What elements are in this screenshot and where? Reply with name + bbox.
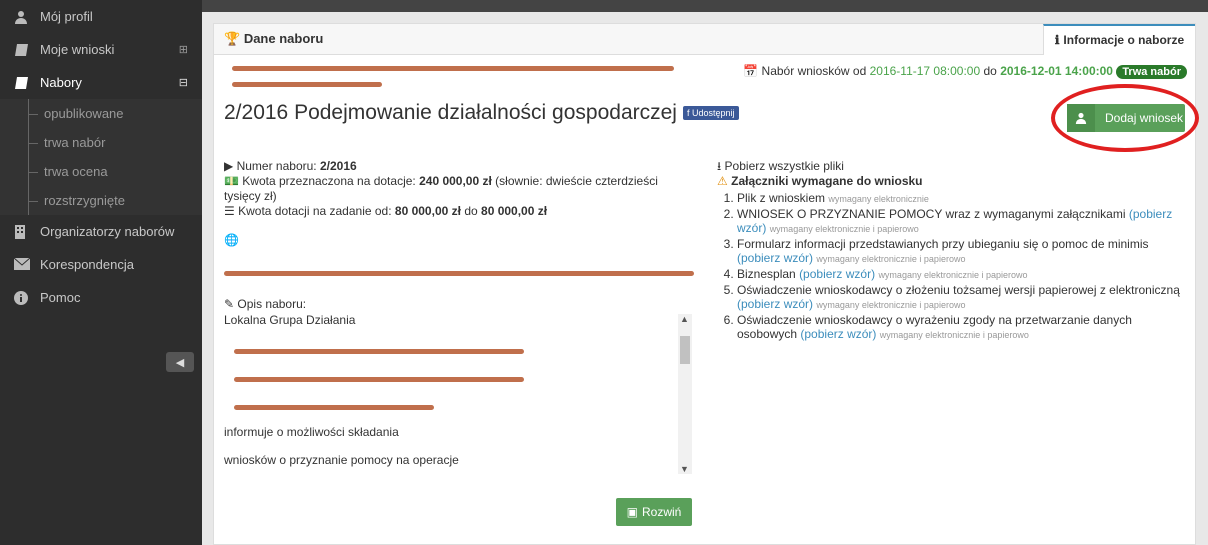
list-item: WNIOSEK O PRZYZNANIE POMOCY wraz z wymag… [737,207,1187,236]
list-item: Plik z wnioskiem wymagany elektronicznie [737,191,1187,206]
top-bar [202,0,1208,12]
scroll-up-icon[interactable]: ▲ [680,314,689,324]
description-line: wniosków o przyznanie pomocy na operacje [224,453,459,467]
book-icon [14,43,30,57]
list-item: Oświadczenie wnioskodawcy o wyrażeniu zg… [737,313,1187,342]
nabor-details: ▶ Numer naboru: 2/2016 💵 Kwota przeznacz… [224,159,658,247]
money-icon: 💵 [224,174,239,188]
list-item: Oświadczenie wnioskodawcy o złożeniu toż… [737,283,1187,312]
description-box[interactable]: Lokalna Grupa Działania informuje o możl… [224,313,694,493]
sidebar-item-label: Pomoc [40,290,81,305]
collapse-icon[interactable]: ⊟ [179,76,188,89]
nabor-panel: 🏆 Dane naboru ℹ Informacje o naborze 📅 N… [213,23,1199,545]
sidebar-item-correspondence[interactable]: Korespondencja [0,248,202,281]
main-content: 🏆 Dane naboru ℹ Informacje o naborze 📅 N… [202,12,1208,545]
sidebar-collapse-button[interactable]: ◀ [166,352,194,372]
list-item: Biznesplan (pobierz wzór) wymagany elekt… [737,267,1187,282]
scrollbar[interactable]: ▲ ▼ [678,314,692,474]
envelope-icon [13,257,31,272]
list-item: Formularz informacji przedstawianych prz… [737,237,1187,266]
nabor-dates: 📅 Nabór wniosków od 2016-11-17 08:00:00 … [743,64,1187,79]
user-icon [14,10,30,24]
sidebar-item-label: Nabory [40,75,82,90]
sidebar-subitem-rozstrzygniete[interactable]: rozstrzygnięte [0,186,202,215]
expand-button[interactable]: ▣ Rozwiń [616,498,692,526]
share-button[interactable]: f Udostępnij [682,106,739,120]
download-template-link[interactable]: (pobierz wzór) [737,251,813,265]
redacted-text [224,271,694,276]
sidebar-item-organizers[interactable]: Organizatorzy naborów [0,215,202,248]
sidebar-item-nabory[interactable]: Nabory ⊟ [0,66,202,99]
arrow-left-icon: ◀ [175,356,185,369]
download-template-link[interactable]: (pobierz wzór) [737,297,813,311]
sidebar-item-label: Organizatorzy naborów [40,224,175,239]
trophy-icon: 🏆 [224,31,241,46]
sidebar-subitem-trwa-ocena[interactable]: trwa ocena [0,157,202,186]
expand-icon: ▣ [626,505,638,519]
redacted-text [232,66,674,71]
sidebar-item-label: Moje wnioski [40,42,115,57]
building-icon [14,224,30,239]
required-files-list: Plik z wnioskiem wymagany elektronicznie… [717,191,1187,342]
expand-icon[interactable]: ⊞ [179,43,188,56]
redacted-text [232,82,382,87]
description-line: informuje o możliwości składania [224,425,399,439]
book-icon [14,76,30,90]
sidebar-subitem-opublikowane[interactable]: opublikowane [0,99,202,128]
sidebar-item-help[interactable]: Pomoc [0,281,202,314]
info-icon: ℹ [1054,33,1060,47]
scroll-thumb[interactable] [680,336,690,364]
status-badge: Trwa nabór [1116,65,1187,79]
calendar-icon: 📅 [743,64,759,78]
tab-informacje[interactable]: ℹ Informacje o naborze [1043,23,1195,55]
sidebar-item-profile[interactable]: Mój profil [0,0,202,33]
scroll-down-icon[interactable]: ▼ [680,464,689,474]
sidebar-item-label: Mój profil [40,9,93,24]
sliders-icon: ☰ [224,204,235,218]
edit-icon: ✎ [224,297,235,311]
warning-icon: ⚠ [717,174,728,188]
page-title: 2/2016 Podejmowanie działalności gospoda… [224,101,739,125]
info-icon [14,290,30,305]
download-icon: ⭳ [717,159,722,173]
panel-header: 🏆 Dane naboru ℹ Informacje o naborze [214,23,1195,55]
download-all-link[interactable]: ⭳ Pobierz wszystkie pliki [717,159,1187,174]
download-template-link[interactable]: (pobierz wzór) [800,327,876,341]
globe-icon: 🌐 [224,233,239,247]
highlight-ellipse [1051,84,1199,152]
sidebar: Mój profil Moje wnioski ⊞ Nabory ⊟ opubl… [0,0,202,545]
play-icon: ▶ [224,159,234,173]
panel-title: Dane naboru [243,31,324,46]
sidebar-subitem-trwa-nabor[interactable]: trwa nabór [0,128,202,157]
description-line: Lokalna Grupa Działania [224,313,356,327]
facebook-icon: f [686,108,690,118]
required-files: ⭳ Pobierz wszystkie pliki ⚠ Załączniki w… [717,159,1187,343]
sidebar-item-label: Korespondencja [40,257,134,272]
download-template-link[interactable]: (pobierz wzór) [799,267,875,281]
sidebar-item-my-applications[interactable]: Moje wnioski ⊞ [0,33,202,66]
